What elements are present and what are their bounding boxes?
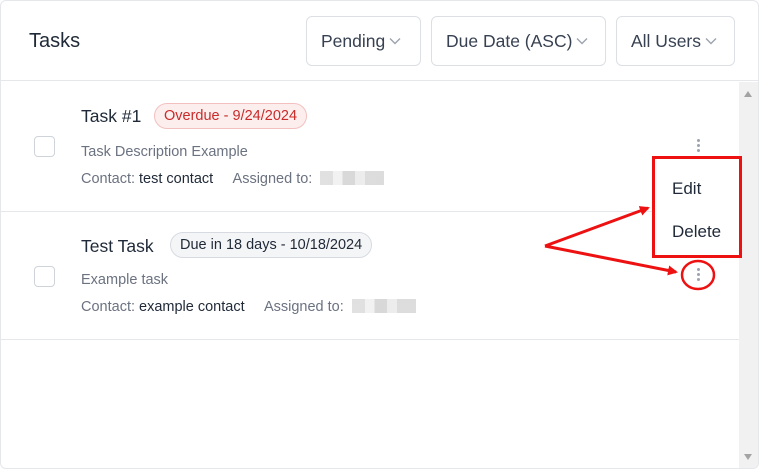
contact-link[interactable]: test contact bbox=[139, 171, 213, 187]
task-name: Test Task bbox=[81, 236, 154, 256]
contact-label: Contact: bbox=[81, 299, 135, 315]
user-filter-dropdown[interactable]: All Users bbox=[616, 16, 735, 66]
assigned-label: Assigned to: bbox=[263, 299, 344, 315]
task-row: Test Task Due in 18 days - 10/18/2024 Ex… bbox=[1, 212, 739, 340]
sort-dropdown[interactable]: Due Date (ASC) bbox=[431, 16, 606, 66]
task-meta: Contact: example contact Assigned to: bbox=[81, 299, 416, 315]
user-filter-label: All Users bbox=[631, 30, 702, 51]
more-vertical-icon[interactable] bbox=[692, 137, 704, 157]
scroll-down-icon[interactable] bbox=[744, 454, 752, 460]
chevron-down-icon bbox=[576, 37, 588, 45]
assignee-redacted bbox=[351, 299, 416, 313]
context-menu: Edit Delete bbox=[652, 156, 742, 258]
task-description: Task Description Example bbox=[81, 144, 248, 160]
assignee-redacted bbox=[320, 171, 385, 185]
scrollbar[interactable] bbox=[739, 82, 758, 468]
task-checkbox[interactable] bbox=[34, 266, 55, 287]
task-row: Task #1 Overdue - 9/24/2024 Task Descrip… bbox=[1, 82, 739, 212]
status-badge: Overdue - 9/24/2024 bbox=[154, 103, 308, 129]
task-meta: Contact: test contact Assigned to: bbox=[81, 171, 385, 187]
chevron-down-icon bbox=[389, 37, 401, 45]
sort-label: Due Date (ASC) bbox=[446, 30, 573, 51]
tasks-header: Tasks Pending Due Date (ASC) All Users bbox=[1, 1, 758, 81]
chevron-down-icon bbox=[705, 37, 717, 45]
task-name: Task #1 bbox=[81, 106, 142, 126]
contact-link[interactable]: example contact bbox=[139, 299, 245, 315]
assigned-label: Assigned to: bbox=[232, 171, 313, 187]
contact-label: Contact: bbox=[81, 171, 135, 187]
delete-menu-item[interactable]: Delete bbox=[672, 222, 721, 242]
task-description: Example task bbox=[81, 272, 169, 288]
task-checkbox[interactable] bbox=[34, 136, 55, 157]
tasks-panel: Tasks Pending Due Date (ASC) All Users T… bbox=[0, 0, 759, 469]
status-filter-label: Pending bbox=[321, 30, 386, 51]
scroll-up-icon[interactable] bbox=[744, 91, 752, 97]
page-title: Tasks bbox=[29, 30, 81, 52]
more-vertical-icon[interactable] bbox=[692, 266, 704, 286]
edit-menu-item[interactable]: Edit bbox=[672, 179, 701, 199]
status-badge: Due in 18 days - 10/18/2024 bbox=[170, 232, 373, 258]
status-filter-dropdown[interactable]: Pending bbox=[306, 16, 421, 66]
